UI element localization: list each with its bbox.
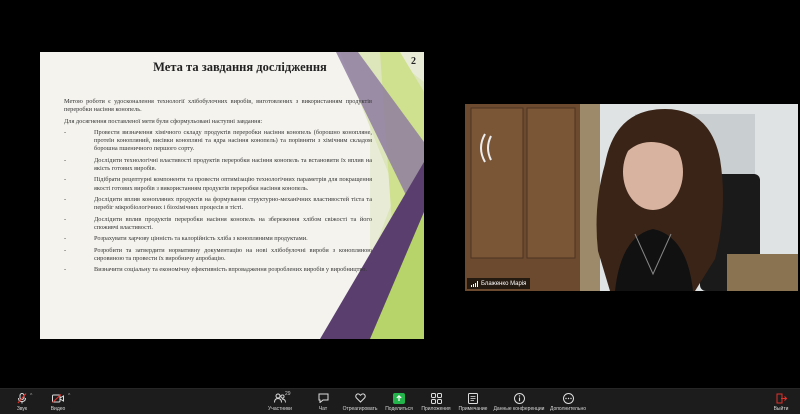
slide-body: Метою роботи є удосконалення технології …	[64, 98, 372, 278]
video-camera-off-icon	[52, 392, 64, 404]
microphone-muted-icon	[16, 392, 28, 404]
participant-name-tag: Блаженко Марія	[467, 278, 531, 289]
leave-button[interactable]: Выйти	[770, 389, 792, 414]
chevron-up-icon[interactable]: ^	[68, 393, 70, 399]
heart-reaction-icon	[354, 392, 366, 404]
notes-button[interactable]: Примечание	[457, 389, 489, 414]
share-screen-button[interactable]: Поделиться	[385, 389, 413, 414]
bullet-dash: -	[64, 156, 67, 164]
react-label: Отреагировать	[342, 406, 378, 412]
task-text: Дослідити вплив продуктів переробки насі…	[94, 215, 372, 231]
slide-number: 2	[411, 56, 416, 67]
leave-door-icon	[775, 392, 787, 404]
slide-task-item: - Дослідити вплив конопляних продуктів на…	[64, 196, 372, 212]
notes-icon	[467, 392, 479, 404]
share-screen-icon	[393, 392, 405, 404]
task-text: Дослідити технологічні властивості проду…	[94, 156, 372, 172]
leave-label: Выйти	[773, 406, 789, 412]
participants-label: Участники	[268, 406, 292, 412]
chevron-up-icon[interactable]: ^	[30, 393, 32, 399]
slide-lead: Для досягнення поставленої мети були сфо…	[64, 117, 263, 125]
slide-task-item: - Дослідити вплив продуктів переробки нас…	[64, 216, 372, 232]
bullet-dash: -	[64, 266, 67, 274]
slide-task-item: - Розрахувати харчову цінність та калорій…	[64, 235, 372, 243]
info-icon	[513, 392, 525, 404]
apps-label: Приложения	[421, 406, 451, 412]
bullet-dash: -	[64, 246, 67, 254]
chat-button[interactable]: Чат	[314, 389, 332, 414]
mute-label: Звук	[16, 406, 28, 412]
slide-task-item: - Підібрати рецептурні компоненти та пров…	[64, 176, 372, 192]
meeting-info-button[interactable]: Данные конференции	[494, 389, 544, 414]
more-button[interactable]: Дополнительно	[548, 389, 588, 414]
apps-grid-icon	[430, 392, 442, 404]
slide-intro: Метою роботи є удосконалення технології …	[64, 98, 372, 114]
task-text: Дослідити вплив конопляних продуктів на …	[94, 195, 372, 212]
participants-count: 29	[285, 391, 291, 397]
participant-video-feed	[465, 104, 798, 291]
participants-button[interactable]: 29 Участники	[266, 389, 294, 414]
react-button[interactable]: Отреагировать	[342, 389, 378, 414]
chat-label: Чат	[318, 406, 328, 412]
bullet-dash: -	[64, 128, 67, 136]
slide-task-item: - Визначити соціальну та економічну ефект…	[64, 266, 372, 274]
task-text: Розробити та затвердити нормативну докум…	[94, 246, 372, 262]
notes-label: Примечание	[458, 406, 488, 412]
meeting-toolbar: ^ Звук ^ Видео 29 Участники Чат Отреагир…	[0, 388, 800, 414]
participant-name: Блаженко Марія	[481, 280, 527, 287]
more-label: Дополнительно	[550, 406, 586, 412]
bullet-dash: -	[64, 195, 67, 203]
bullet-dash: -	[64, 235, 67, 243]
bullet-dash: -	[64, 176, 67, 184]
task-text: Розрахувати харчову цінність та калорійн…	[94, 235, 308, 243]
task-text: Провести визначення хімічного складу про…	[94, 128, 372, 153]
slide-task-item: - Розробити та затвердити нормативну доку…	[64, 247, 372, 263]
chat-bubble-icon	[317, 392, 329, 404]
more-options-icon	[562, 392, 574, 404]
signal-strength-icon	[471, 280, 478, 287]
shared-slide: Мета та завдання дослідження 2 Метою роб…	[40, 52, 424, 339]
participant-video-tile[interactable]: Блаженко Марія	[465, 104, 798, 291]
slide-task-item: - Дослідити технологічні властивості прод…	[64, 157, 372, 173]
mute-button[interactable]: ^ Звук	[10, 389, 34, 414]
task-text: Підібрати рецептурні компоненти та прове…	[94, 176, 372, 192]
apps-button[interactable]: Приложения	[420, 389, 452, 414]
slide-title: Мета та завдання дослідження	[153, 60, 327, 74]
share-label: Поделиться	[385, 406, 413, 412]
bullet-dash: -	[64, 215, 67, 223]
video-label: Видео	[50, 406, 66, 412]
meeting-info-label: Данные конференции	[493, 406, 545, 412]
video-button[interactable]: ^ Видео	[46, 389, 71, 414]
task-text: Визначити соціальну та економічну ефекти…	[94, 266, 367, 274]
slide-task-item: - Провести визначення хімічного складу пр…	[64, 129, 372, 154]
